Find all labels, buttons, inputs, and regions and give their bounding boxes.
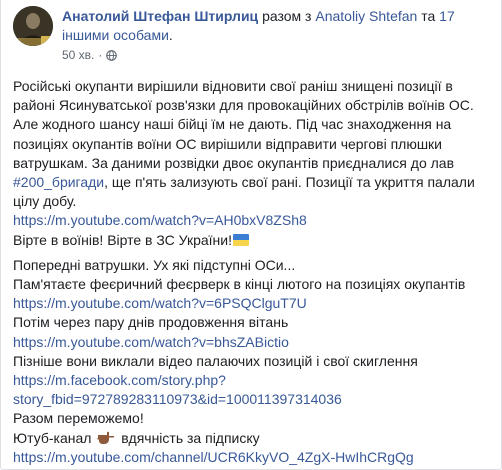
text-line: цілу добу.: [13, 193, 77, 210]
paragraph-1: Російські окупанти вирішили відновити св…: [13, 77, 483, 250]
youtube-link-2[interactable]: https://m.youtube.com/watch?v=6PSQClguT7…: [13, 295, 307, 311]
facebook-post: Анатолий Штефан Штирлиц разом з Anatoliy…: [0, 0, 502, 470]
facebook-story-link[interactable]: https://m.facebook.com/story.php?: [13, 372, 226, 388]
hashtag-tail-text: , ще п'ять зализують свої рані. Позиції …: [104, 174, 475, 191]
meta-separator: ·: [98, 48, 103, 62]
tagged-person-link[interactable]: Anatoliy Shtefan: [315, 8, 417, 24]
hashtag-link[interactable]: #200_бригади: [13, 174, 104, 190]
text-line: позиціях окупантів воїни ОС вирішили від…: [13, 135, 443, 152]
glory-text: Вірте в воїнів! Вірте в ЗС України!: [13, 231, 232, 248]
ukraine-flag-icon: [232, 233, 249, 246]
youtube-channel-link[interactable]: https://m.youtube.com/channel/UCR6KkyVO_…: [13, 449, 414, 465]
header-text: Анатолий Штефан Штирлиц разом з Anatoliy…: [62, 6, 482, 62]
text-line: районі Ясинуватської розв'язки для прово…: [13, 97, 474, 114]
channel-prefix-text: Ютуб-канал: [13, 429, 92, 446]
author-line: Анатолий Штефан Штирлиц разом з Anatoliy…: [62, 7, 482, 45]
text-line: Попередні ватрушки. Ух які підступні ОСи…: [13, 256, 296, 273]
text-line: Російські окупанти вирішили відновити св…: [13, 78, 453, 94]
text-line: Ютуб-канал вдячність за підписку: [13, 429, 483, 448]
youtube-link-1[interactable]: https://m.youtube.com/watch?v=AH0bxV8ZSh…: [13, 212, 307, 228]
paragraph-2: Попередні ватрушки. Ух які підступні ОСи…: [13, 256, 483, 467]
text-line: Пізніше вони виклали відео палаючих пози…: [13, 352, 418, 369]
text-line: ватрушкам. За даними розвідки двоє окупа…: [13, 154, 455, 171]
text-line: Пам'ятаєте феєричний феєрверк в кінці лю…: [13, 276, 466, 293]
text-line: Але жодного шансу наші бійці їм не дають…: [13, 116, 452, 133]
text-line: #200_бригади, ще п'ять зализують свої ра…: [13, 173, 483, 192]
youtube-link-3[interactable]: https://m.youtube.com/watch?v=bhsZABicti…: [13, 334, 289, 350]
with-word: разом з: [262, 8, 312, 24]
channel-suffix-text: вдячність за підписку: [121, 429, 260, 446]
avatar-image-icon: [13, 6, 53, 46]
and-word: та: [421, 8, 436, 24]
period: .: [168, 27, 173, 43]
text-line: Потім через пару днів продовження вітань: [13, 314, 289, 331]
globe-icon[interactable]: [106, 49, 118, 61]
post-meta: 50 хв. ·: [62, 48, 482, 62]
text-line: Вірте в воїнів! Вірте в ЗС України!: [13, 231, 483, 250]
post-timestamp-link[interactable]: 50 хв.: [62, 48, 94, 62]
author-name-link[interactable]: Анатолий Штефан Штирлиц: [62, 8, 258, 24]
pointing-down-hand-icon: [97, 431, 115, 445]
author-avatar[interactable]: [13, 6, 53, 46]
facebook-story-link-cont[interactable]: story_fbid=972789283110973&id=1000113973…: [13, 391, 342, 407]
text-line: Разом переможемо!: [13, 410, 144, 427]
post-header: Анатолий Штефан Штирлиц разом з Anatoliy…: [13, 6, 491, 62]
post-body: Російські окупанти вирішили відновити св…: [13, 77, 483, 467]
